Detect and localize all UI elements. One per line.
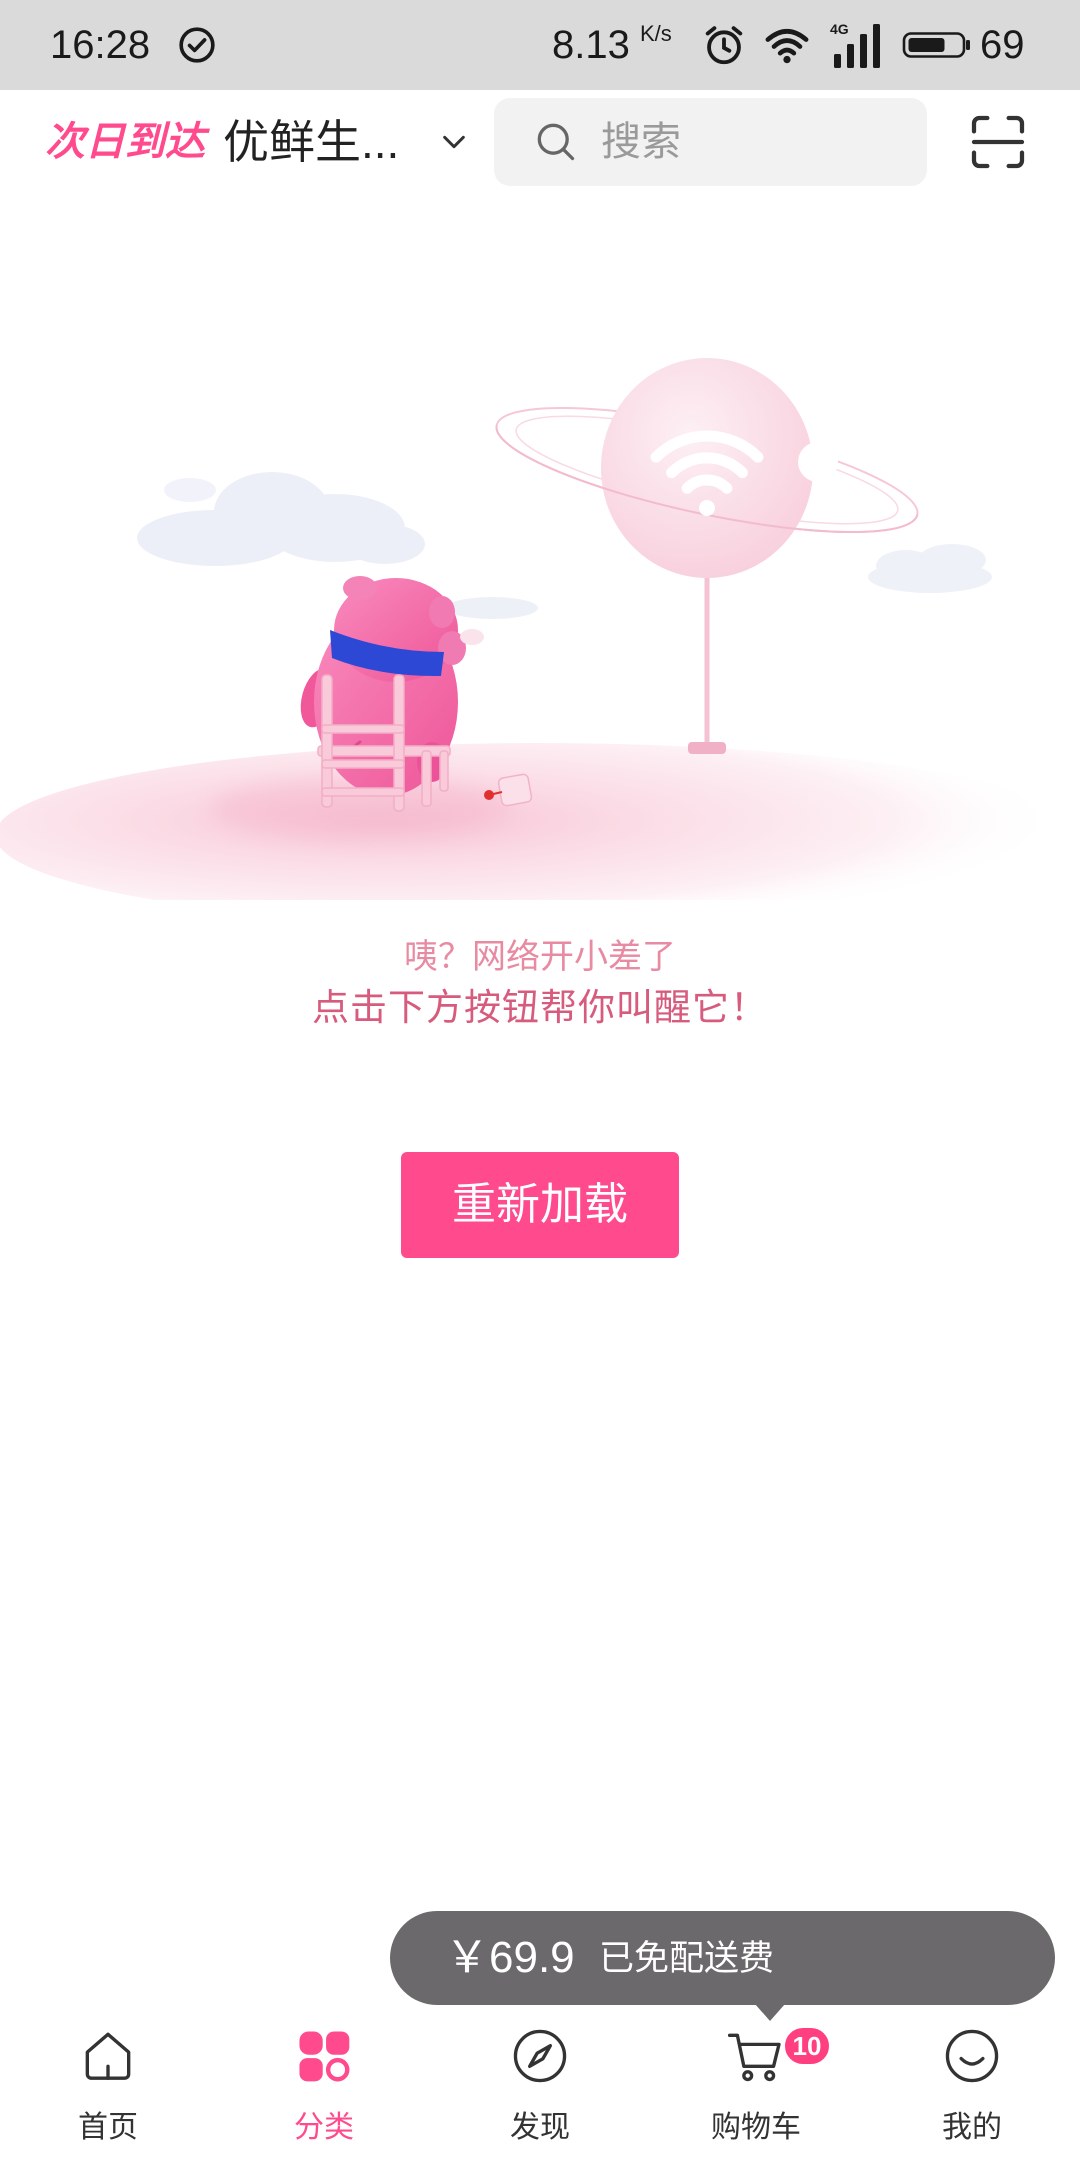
cart-icon (727, 2033, 781, 2082)
nav-item-cart[interactable]: 10 购物车 (648, 2011, 864, 2160)
network-type-label: 4G (830, 21, 849, 37)
nav-label-category: 分类 (294, 2111, 354, 2144)
free-delivery-note: 已免配送费 (599, 1939, 775, 1978)
search-icon (537, 123, 575, 161)
network-speed: 8.13 (552, 23, 630, 67)
breath-puff (460, 629, 484, 645)
ground-hill (0, 743, 1080, 900)
tooltip-pointer (755, 2004, 785, 2021)
battery-icon (902, 32, 970, 58)
bottom-nav: 首页 分类 发现 10 购物车 我的 (0, 2011, 1080, 2160)
app-header: 次日到达 优鲜生... 搜索 (0, 90, 1080, 194)
category-icon (299, 2031, 350, 2082)
error-message-hint: 点击下方按钮帮你叫醒它！ (312, 987, 768, 1028)
cart-summary-tooltip[interactable]: ￥69.9 已免配送费 (390, 1911, 1055, 2021)
search-placeholder: 搜索 (601, 120, 681, 164)
signal-icon: 4G (830, 21, 880, 68)
nav-item-category[interactable]: 分类 (216, 2011, 432, 2160)
scan-icon[interactable] (966, 110, 1030, 174)
chevron-down-icon (443, 135, 465, 149)
delivery-logo[interactable]: 次日到达 (45, 90, 205, 194)
store-selector[interactable]: 优鲜生... (223, 90, 483, 194)
compass-icon (513, 2029, 567, 2083)
nav-item-discover[interactable]: 发现 (432, 2011, 648, 2160)
nav-label-profile: 我的 (942, 2111, 1002, 2144)
network-speed-unit: K/s (640, 21, 672, 46)
nav-label-cart: 购物车 (711, 2111, 801, 2144)
search-bar[interactable]: 搜索 (494, 98, 927, 186)
alarm-icon (705, 26, 743, 65)
home-icon (85, 2032, 131, 2080)
cloud-right (868, 544, 992, 593)
network-error-illustration (0, 358, 1080, 900)
nav-label-discover: 发现 (510, 2111, 570, 2144)
profile-smile-icon (945, 2029, 999, 2083)
status-time: 16:28 (50, 23, 151, 67)
reload-button[interactable]: 重新加载 (401, 1152, 679, 1258)
nav-item-profile[interactable]: 我的 (864, 2011, 1080, 2160)
check-circle-icon (179, 27, 215, 63)
error-message-title: 咦？网络开小差了 (404, 938, 676, 976)
nav-label-home: 首页 (78, 2111, 138, 2144)
cloud-small (446, 597, 538, 619)
status-bar: 16:28 8.13 K/s 4G 69 (0, 0, 1080, 90)
cloud-left (137, 472, 425, 566)
nav-item-home[interactable]: 首页 (0, 2011, 216, 2160)
planet-balloon (601, 358, 838, 578)
store-name: 优鲜生... (223, 116, 400, 168)
balloon-base (688, 742, 726, 754)
cart-total-price: ￥69.9 (445, 1933, 575, 1982)
battery-percent: 69 (980, 23, 1025, 67)
wifi-icon (765, 29, 809, 64)
cart-count-badge: 10 (782, 2025, 832, 2067)
